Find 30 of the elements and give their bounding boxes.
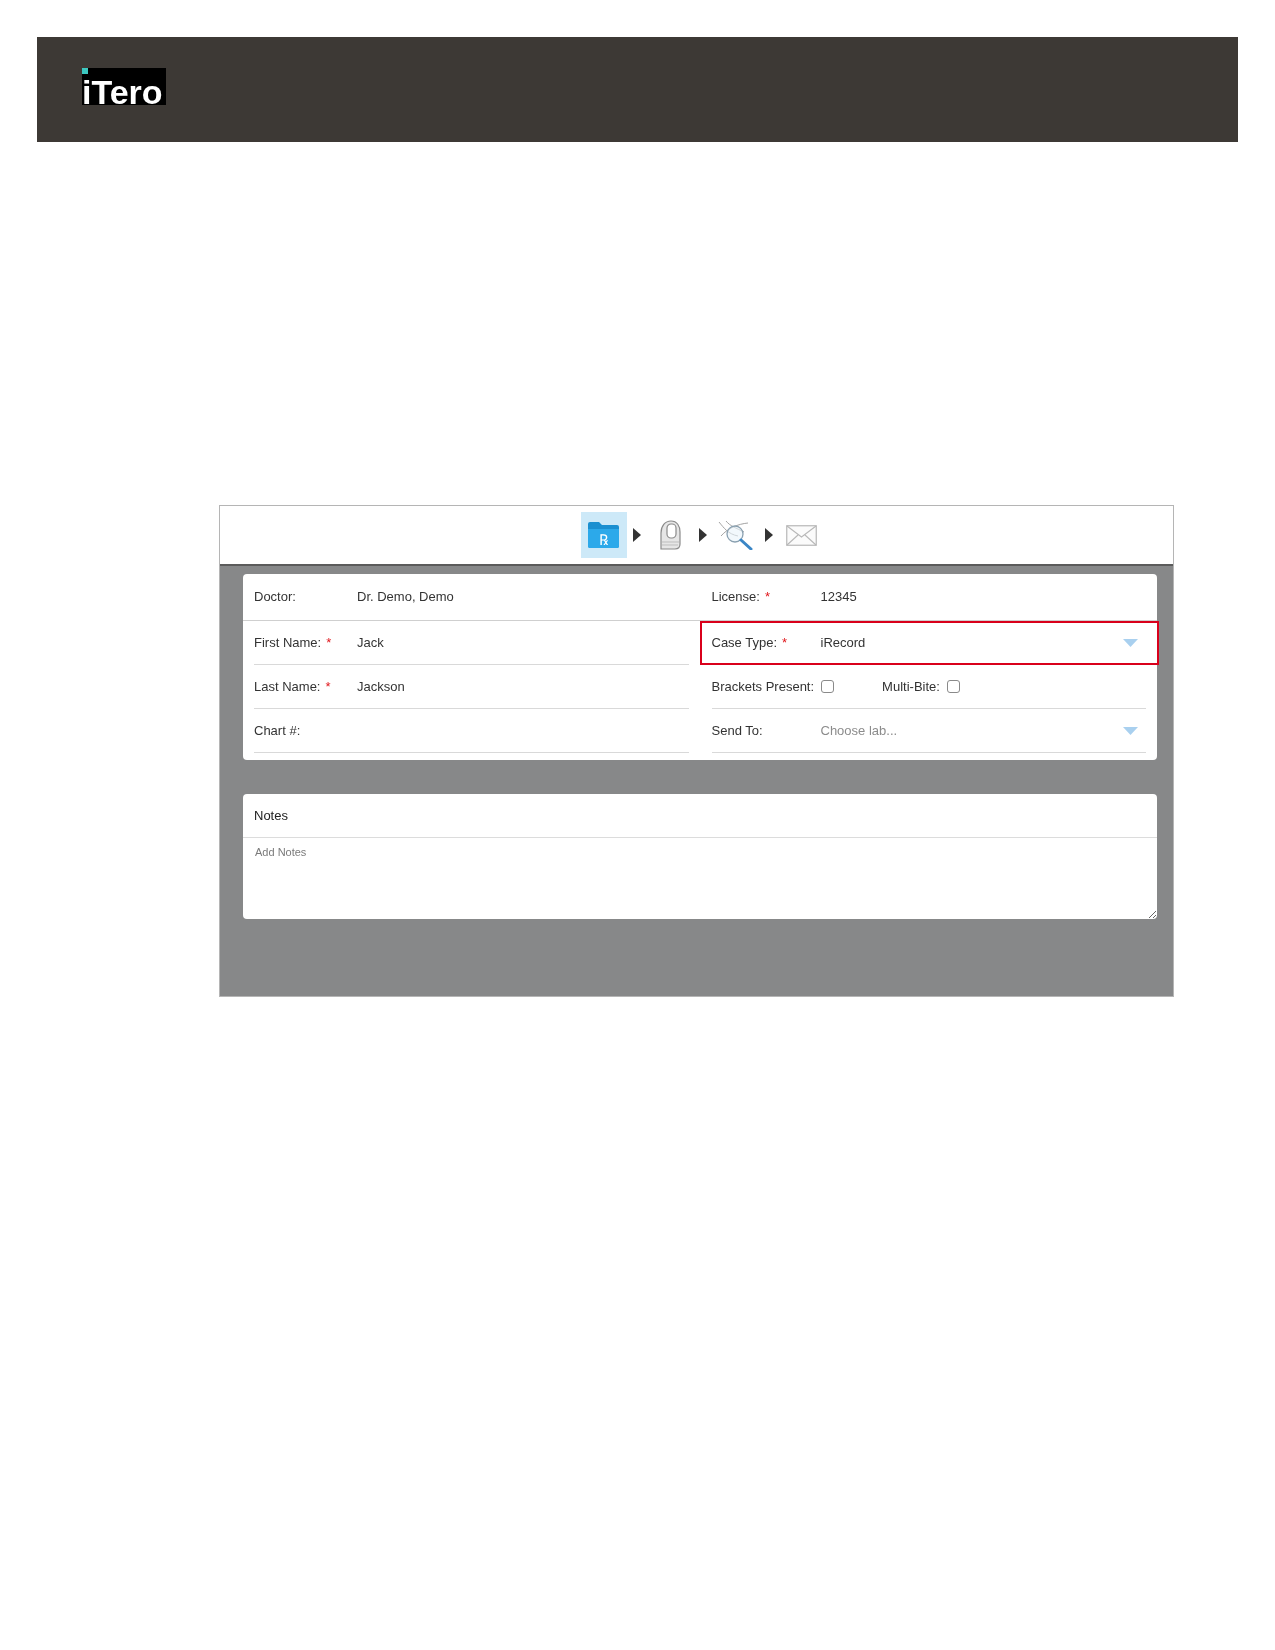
field-value: 12345 <box>820 588 857 607</box>
magnifier-icon <box>717 520 754 550</box>
checkbox-label: Multi-Bite: <box>882 677 940 696</box>
caret-down-icon <box>1123 726 1138 735</box>
field-value: Dr. Demo, Demo <box>357 588 454 607</box>
required-mark: * <box>764 588 770 607</box>
caret-right-icon <box>698 528 707 542</box>
field-label: Case Type: <box>711 634 778 653</box>
field-label: Chart #: <box>254 721 301 740</box>
required-mark: * <box>325 677 331 696</box>
field-label: Doctor: <box>254 588 296 607</box>
field-label: Last Name: <box>254 677 321 696</box>
required-mark: * <box>782 634 788 653</box>
checkbox[interactable] <box>821 680 835 693</box>
dropdown-select[interactable]: iRecord <box>820 628 1146 658</box>
caret-down-icon <box>1123 639 1138 647</box>
checkbox-label: Brackets Present: <box>711 677 815 696</box>
checkbox[interactable] <box>946 680 960 693</box>
folder-icon: ℞ <box>587 521 620 549</box>
envelope-icon <box>786 524 817 546</box>
field-label: Send To: <box>711 721 763 740</box>
notes-title: Notes <box>254 806 288 825</box>
required-mark: * <box>326 633 332 652</box>
notes-field[interactable]: Add Notes <box>243 838 1157 919</box>
logo-text: iTero <box>82 79 164 105</box>
field-label: First Name: <box>254 633 322 652</box>
caret-right-icon <box>764 528 773 542</box>
caret-right-icon <box>632 528 641 542</box>
field-label: License: <box>711 588 760 607</box>
dropdown-select[interactable]: Choose lab... <box>820 715 1146 746</box>
